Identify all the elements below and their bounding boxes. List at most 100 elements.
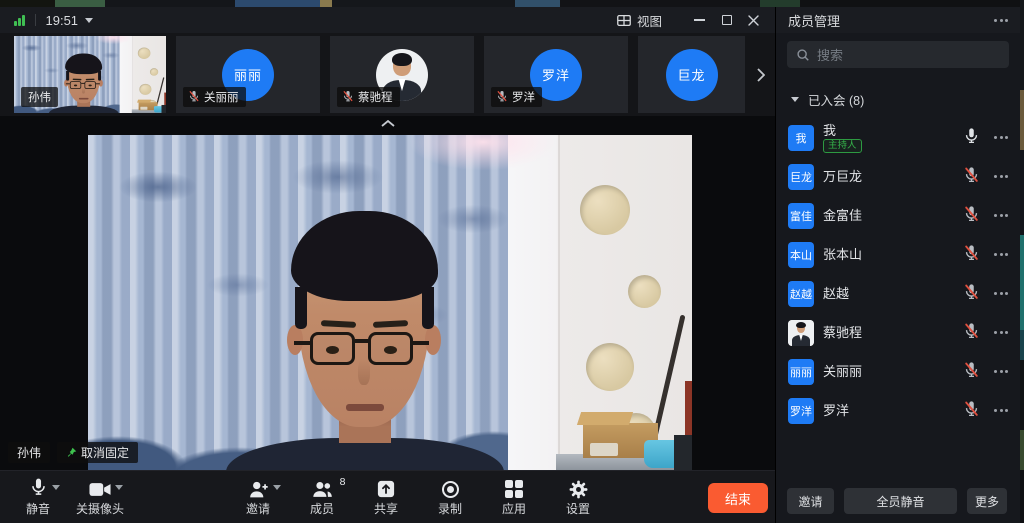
thumbnail-name-label: 关丽丽 xyxy=(183,87,246,107)
mic-icon xyxy=(963,205,980,222)
collapse-strip-button[interactable] xyxy=(0,116,775,130)
member-mic-button[interactable] xyxy=(963,361,980,383)
invite-person-icon xyxy=(248,480,269,498)
member-name: 张本山 xyxy=(823,247,862,262)
member-more-button[interactable] xyxy=(994,331,1008,334)
member-avatar xyxy=(788,320,814,346)
member-name: 金富佳 xyxy=(823,208,862,223)
mic-icon xyxy=(342,90,354,102)
desktop-edge-right xyxy=(1020,0,1024,523)
thumbnail-mic-muted-icon xyxy=(496,90,508,105)
participant-thumbnail[interactable]: 罗洋 罗洋 xyxy=(484,36,628,113)
share-icon xyxy=(377,480,395,498)
member-more-button[interactable] xyxy=(994,214,1008,217)
member-mic-button[interactable] xyxy=(963,205,980,227)
mic-icon xyxy=(188,90,200,102)
mic-icon xyxy=(496,90,508,102)
search-input[interactable]: 搜索 xyxy=(787,41,1009,68)
sidebar-more-actions-button[interactable]: 更多 xyxy=(967,488,1007,514)
member-name: 赵越 xyxy=(823,286,849,301)
member-more-button[interactable] xyxy=(994,292,1008,295)
member-mic-button[interactable] xyxy=(963,127,980,149)
section-label: 已入会 (8) xyxy=(808,90,864,109)
close-button[interactable] xyxy=(740,8,767,32)
member-row[interactable]: 我 我 主持人 xyxy=(776,118,1020,157)
member-more-button[interactable] xyxy=(994,136,1008,139)
speaker-name-label: 孙伟 xyxy=(8,442,50,463)
invite-options-caret[interactable] xyxy=(273,485,281,494)
unpin-button[interactable]: 取消固定 xyxy=(57,442,138,463)
member-avatar: 巨龙 xyxy=(788,164,814,190)
sidebar-more-button[interactable] xyxy=(994,19,1008,22)
participant-thumbnail[interactable]: 孙伟 xyxy=(14,36,166,113)
meeting-app-window: 19:51 视图 xyxy=(0,0,1024,523)
unpin-label: 取消固定 xyxy=(81,444,129,461)
members-button[interactable]: 8 成员 xyxy=(294,471,350,523)
member-more-button[interactable] xyxy=(994,409,1008,412)
share-screen-button[interactable]: 共享 xyxy=(358,471,414,523)
end-meeting-button[interactable]: 结束 xyxy=(708,483,768,513)
meeting-timer: 19:51 xyxy=(46,13,79,28)
mute-all-button[interactable]: 全员静音 xyxy=(844,488,957,514)
invite-button[interactable]: 邀请 xyxy=(230,471,286,523)
member-row[interactable]: 富佳 金富佳 xyxy=(776,196,1020,235)
member-mic-button[interactable] xyxy=(963,283,980,305)
member-name: 蔡驰程 xyxy=(823,325,862,340)
sidebar-invite-button[interactable]: 邀请 xyxy=(787,488,834,514)
member-row[interactable]: 罗洋 罗洋 xyxy=(776,391,1020,430)
meeting-toolbar: 静音 关摄像头 xyxy=(0,470,775,523)
member-more-button[interactable] xyxy=(994,253,1008,256)
apps-button[interactable]: 应用 xyxy=(486,471,542,523)
members-count-badge: 8 xyxy=(340,476,346,488)
member-row[interactable]: 蔡驰程 xyxy=(776,313,1020,352)
participant-photo-avatar xyxy=(788,320,814,346)
main-video-feed[interactable] xyxy=(88,135,692,470)
desktop-edge-top xyxy=(0,0,1024,7)
camera-icon xyxy=(89,481,111,498)
mic-icon xyxy=(963,244,980,261)
member-row[interactable]: 赵越 赵越 xyxy=(776,274,1020,313)
toolbar-mic-icon xyxy=(29,477,48,501)
participant-thumbnail[interactable]: 丽丽 关丽丽 xyxy=(176,36,320,113)
member-row[interactable]: 巨龙 万巨龙 xyxy=(776,157,1020,196)
thumbnail-mic-muted-icon xyxy=(188,90,200,105)
thumbnail-name-label: 蔡驰程 xyxy=(337,87,400,107)
member-mic-button[interactable] xyxy=(963,166,980,188)
camera-off-button[interactable]: 关摄像头 xyxy=(72,471,128,523)
maximize-icon xyxy=(722,15,732,25)
member-mic-button[interactable] xyxy=(963,244,980,266)
camera-options-caret[interactable] xyxy=(115,485,123,494)
mic-icon xyxy=(963,400,980,417)
thumbnail-name-label: 孙伟 xyxy=(21,87,58,107)
member-mic-button[interactable] xyxy=(963,322,980,344)
timer-dropdown-icon[interactable] xyxy=(85,18,93,27)
record-icon xyxy=(442,481,459,498)
minimize-button[interactable] xyxy=(686,8,713,32)
mute-button[interactable]: 静音 xyxy=(10,471,66,523)
thumbnail-mic-muted-icon xyxy=(342,90,354,105)
titlebar-divider xyxy=(35,14,36,26)
member-mic-button[interactable] xyxy=(963,400,980,422)
maximize-button[interactable] xyxy=(713,8,740,32)
member-more-button[interactable] xyxy=(994,175,1008,178)
settings-button[interactable]: 设置 xyxy=(550,471,606,523)
participant-thumbnail[interactable]: 巨龙 xyxy=(638,36,745,113)
mic-icon xyxy=(963,322,980,339)
thumbnails-scroll-right-button[interactable] xyxy=(746,33,775,116)
view-layout-button[interactable]: 视图 xyxy=(617,11,662,30)
mic-options-caret[interactable] xyxy=(52,485,60,494)
member-row[interactable]: 丽丽 关丽丽 xyxy=(776,352,1020,391)
member-avatar: 本山 xyxy=(788,242,814,268)
speaker-name-text: 孙伟 xyxy=(17,444,41,461)
joined-section-header[interactable]: 已入会 (8) xyxy=(791,90,1020,109)
record-button[interactable]: 录制 xyxy=(422,471,478,523)
mic-icon xyxy=(963,361,980,378)
network-signal-icon[interactable] xyxy=(14,15,25,26)
member-name: 关丽丽 xyxy=(823,364,862,379)
member-row[interactable]: 本山 张本山 xyxy=(776,235,1020,274)
participant-thumbnail[interactable]: 蔡驰程 xyxy=(330,36,474,113)
member-avatar: 罗洋 xyxy=(788,398,814,424)
member-avatar: 我 xyxy=(788,125,814,151)
thumbnail-content: 巨龙 xyxy=(638,36,745,113)
member-more-button[interactable] xyxy=(994,370,1008,373)
